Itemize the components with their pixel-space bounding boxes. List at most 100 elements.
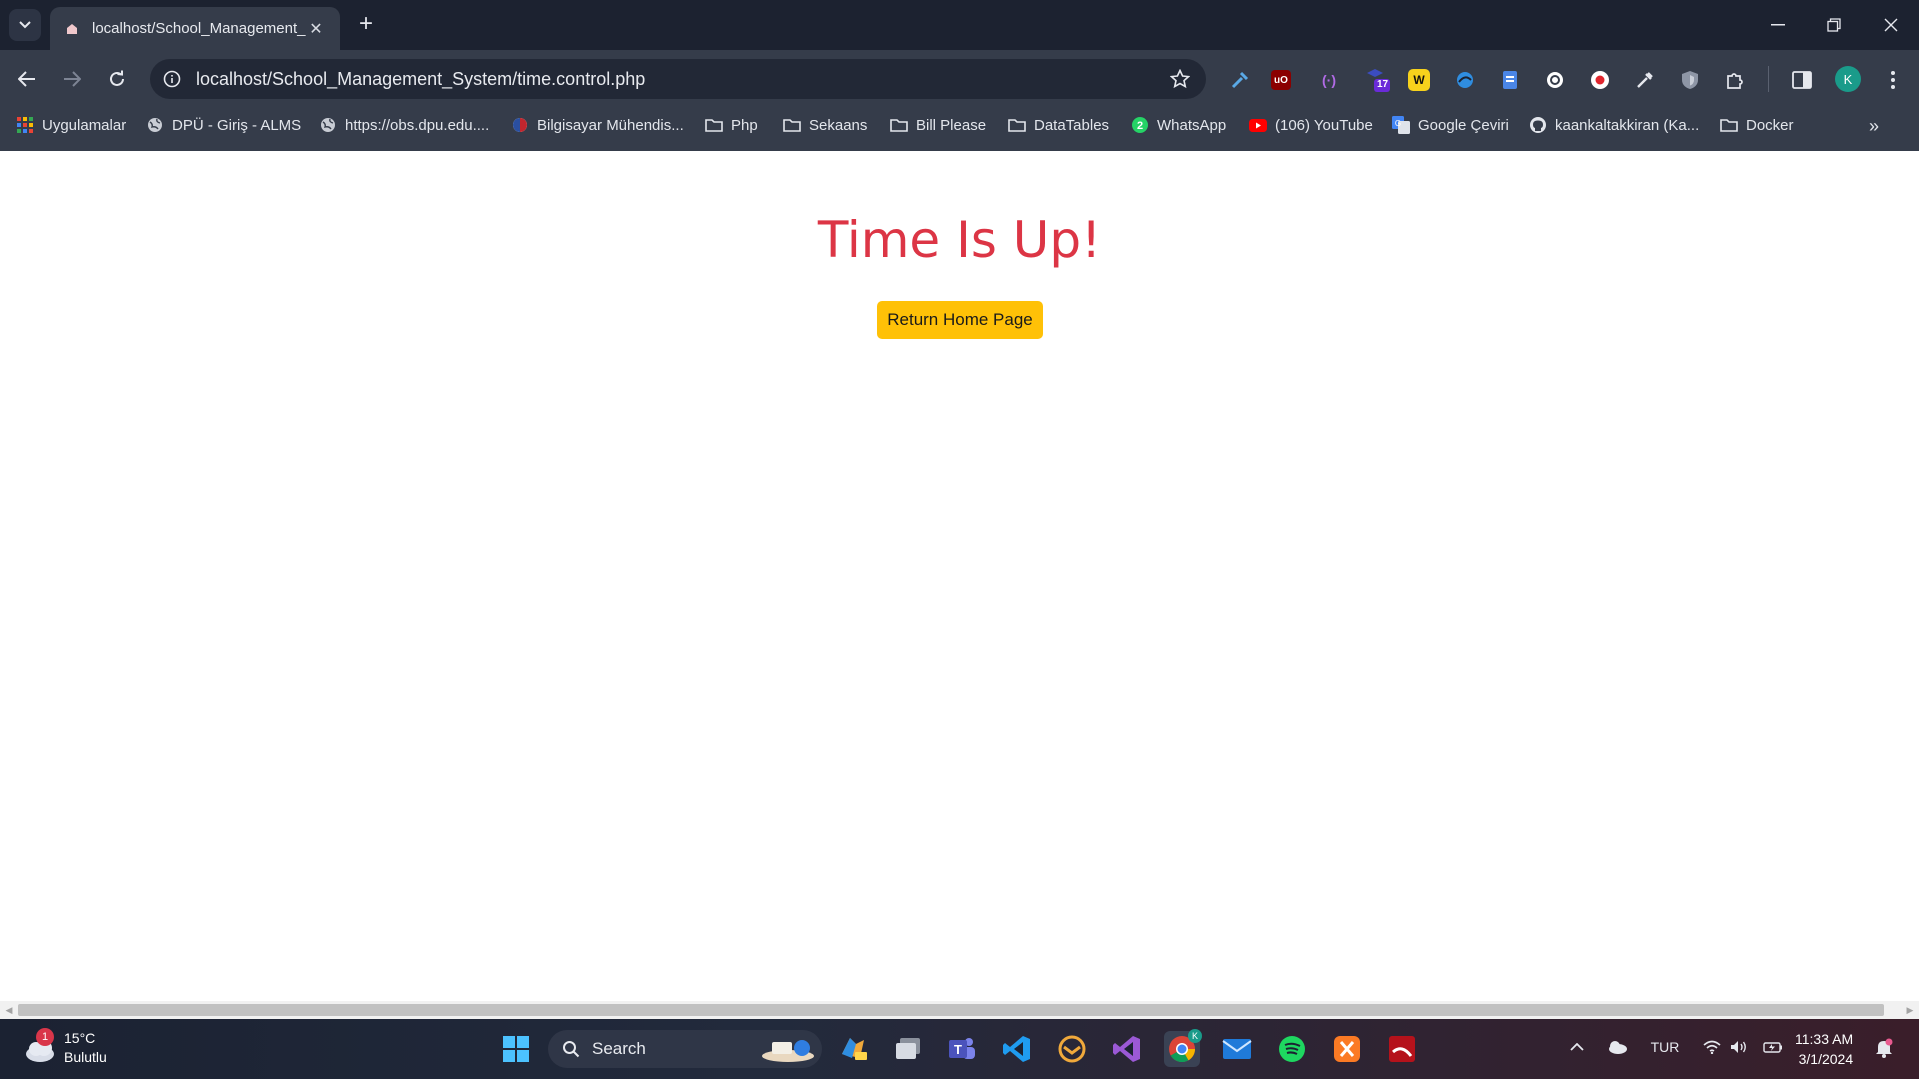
app-red-icon[interactable] <box>1384 1031 1420 1067</box>
language-indicator[interactable]: TUR <box>1648 1035 1682 1059</box>
battery-icon[interactable] <box>1762 1035 1784 1059</box>
spotify-icon[interactable] <box>1274 1031 1310 1067</box>
mail-app-icon[interactable] <box>1054 1031 1090 1067</box>
chrome-icon[interactable]: K <box>1164 1029 1202 1067</box>
bookmark-github[interactable]: kaankaltakkiran (Ka... <box>1529 108 1699 142</box>
site-icon <box>511 116 529 134</box>
back-button[interactable] <box>10 62 44 96</box>
return-home-button[interactable]: Return Home Page <box>877 301 1043 339</box>
close-window-button[interactable] <box>1871 8 1911 42</box>
clock-date: 3/1/2024 <box>1798 1051 1854 1067</box>
bookmark-folder-datatables[interactable]: DataTables <box>1008 108 1109 142</box>
extension-doc-icon[interactable] <box>1497 67 1523 93</box>
profile-avatar[interactable]: K <box>1835 66 1861 92</box>
extension-tool-icon[interactable] <box>1227 67 1253 93</box>
bookmark-google-ceviri[interactable]: G Google Çeviri <box>1392 108 1509 142</box>
tab-search-button[interactable] <box>9 9 41 41</box>
bookmarks-bar: Uygulamalar DPÜ - Giriş - ALMS https://o… <box>0 108 1919 151</box>
svg-text:T: T <box>954 1042 962 1057</box>
horizontal-scrollbar[interactable]: ◀ ▶ <box>0 1001 1919 1019</box>
extension-w-icon[interactable]: W <box>1408 69 1430 91</box>
bookmark-star-icon[interactable] <box>1160 59 1200 99</box>
taskbar-search-box[interactable]: Search <box>548 1030 822 1068</box>
shield-icon[interactable] <box>1677 67 1703 93</box>
browser-tab-strip: localhost/School_Management_System/time.… <box>0 0 1919 50</box>
bookmark-label: Sekaans <box>809 116 868 134</box>
apps-grid-icon <box>16 116 34 134</box>
volume-icon[interactable] <box>1728 1035 1750 1059</box>
close-icon <box>1884 18 1898 32</box>
extension-swirl-icon[interactable] <box>1452 67 1478 93</box>
xampp-icon[interactable] <box>1329 1031 1365 1067</box>
search-icon <box>563 1041 580 1058</box>
extensions-puzzle-icon[interactable] <box>1722 67 1748 93</box>
bookmark-label: (106) YouTube <box>1275 116 1373 134</box>
bookmark-folder-sekaans[interactable]: Sekaans <box>783 108 867 142</box>
globe-icon <box>146 116 164 134</box>
taskbar-clock[interactable]: 11:33 AM 3/1/2024 <box>1795 1029 1853 1069</box>
teams-icon[interactable]: T <box>944 1031 980 1067</box>
windows-start-icon[interactable] <box>498 1031 534 1067</box>
extension-brackets-icon[interactable]: (·) <box>1316 67 1342 93</box>
bookmark-label: Google Çeviri <box>1418 116 1509 134</box>
bookmark-youtube[interactable]: (106) YouTube <box>1249 108 1373 142</box>
extension-record-icon[interactable] <box>1587 67 1613 93</box>
page-favicon-icon <box>64 21 80 37</box>
url-text[interactable]: localhost/School_Management_System/time.… <box>196 69 1160 90</box>
arrow-right-icon <box>64 71 81 87</box>
scrollbar-thumb[interactable] <box>18 1004 1884 1016</box>
visual-studio-icon[interactable] <box>1109 1031 1145 1067</box>
address-bar[interactable]: localhost/School_Management_System/time.… <box>150 59 1206 99</box>
bookmark-label: Uygulamalar <box>42 116 127 134</box>
bookmarks-overflow-icon[interactable]: » <box>1862 114 1886 138</box>
notification-bell-icon[interactable] <box>1873 1035 1895 1061</box>
bookmark-label: Docker <box>1746 116 1794 134</box>
new-tab-button[interactable]: + <box>352 10 380 38</box>
site-info-icon[interactable] <box>152 59 192 99</box>
youtube-icon <box>1249 116 1267 134</box>
restore-button[interactable] <box>1814 8 1854 42</box>
tab-close-icon[interactable]: ✕ <box>306 19 326 39</box>
scroll-left-icon[interactable]: ◀ <box>3 1004 15 1016</box>
bookmark-folder-docker[interactable]: Docker <box>1720 108 1794 142</box>
vscode-icon[interactable] <box>999 1031 1035 1067</box>
bookmark-label: kaankaltakkiran (Ka... <box>1555 116 1700 134</box>
windows-taskbar: 1 15°C Bulutlu Search T K TUR 11:33 AM 3… <box>0 1019 1919 1079</box>
page-content: Time Is Up! Return Home Page <box>0 151 1919 1001</box>
scroll-right-icon[interactable]: ▶ <box>1904 1004 1916 1016</box>
minimize-icon <box>1771 24 1785 26</box>
tab-title: localhost/School_Management_System/time.… <box>92 20 306 37</box>
menu-kebab-icon[interactable] <box>1880 67 1906 93</box>
bookmark-bilgisayar[interactable]: Bilgisayar Mühendis... <box>511 108 684 142</box>
copilot-icon[interactable] <box>835 1031 871 1067</box>
search-highlight-icon <box>758 1036 816 1069</box>
globe-icon <box>319 116 337 134</box>
task-view-icon[interactable] <box>890 1031 926 1067</box>
ublock-icon[interactable]: uO <box>1271 70 1291 90</box>
bookmark-label: Bilgisayar Mühendis... <box>537 116 684 134</box>
chrome-profile-badge: K <box>1188 1029 1202 1043</box>
bookmark-whatsapp[interactable]: 2 WhatsApp <box>1131 108 1226 142</box>
reload-button[interactable] <box>100 62 134 96</box>
extension-badge-icon[interactable]: 17 <box>1364 67 1390 93</box>
svg-text:2: 2 <box>1137 120 1143 132</box>
active-tab[interactable]: localhost/School_Management_System/time.… <box>50 7 340 50</box>
bookmark-uygulamalar[interactable]: Uygulamalar <box>16 108 126 142</box>
bookmark-folder-php[interactable]: Php <box>705 108 758 142</box>
bookmark-folder-bill-please[interactable]: Bill Please <box>890 108 986 142</box>
side-panel-icon[interactable] <box>1789 67 1815 93</box>
bookmark-dpu-alms[interactable]: DPÜ - Giriş - ALMS <box>146 108 301 142</box>
wifi-icon[interactable] <box>1701 1035 1723 1059</box>
folder-icon <box>705 116 723 134</box>
bookmark-obs-dpu[interactable]: https://obs.dpu.edu.... <box>319 108 489 142</box>
forward-button[interactable] <box>55 62 89 96</box>
onedrive-icon[interactable] <box>1604 1035 1630 1059</box>
tray-overflow-icon[interactable] <box>1565 1035 1589 1059</box>
folder-icon <box>890 116 908 134</box>
eyedropper-icon[interactable] <box>1632 67 1658 93</box>
extension-clock-icon[interactable] <box>1542 67 1568 93</box>
weather-widget[interactable]: 1 15°C Bulutlu <box>22 1028 107 1067</box>
minimize-button[interactable] <box>1758 8 1798 42</box>
mail-icon[interactable] <box>1219 1031 1255 1067</box>
page-title: Time Is Up! <box>817 211 1102 269</box>
